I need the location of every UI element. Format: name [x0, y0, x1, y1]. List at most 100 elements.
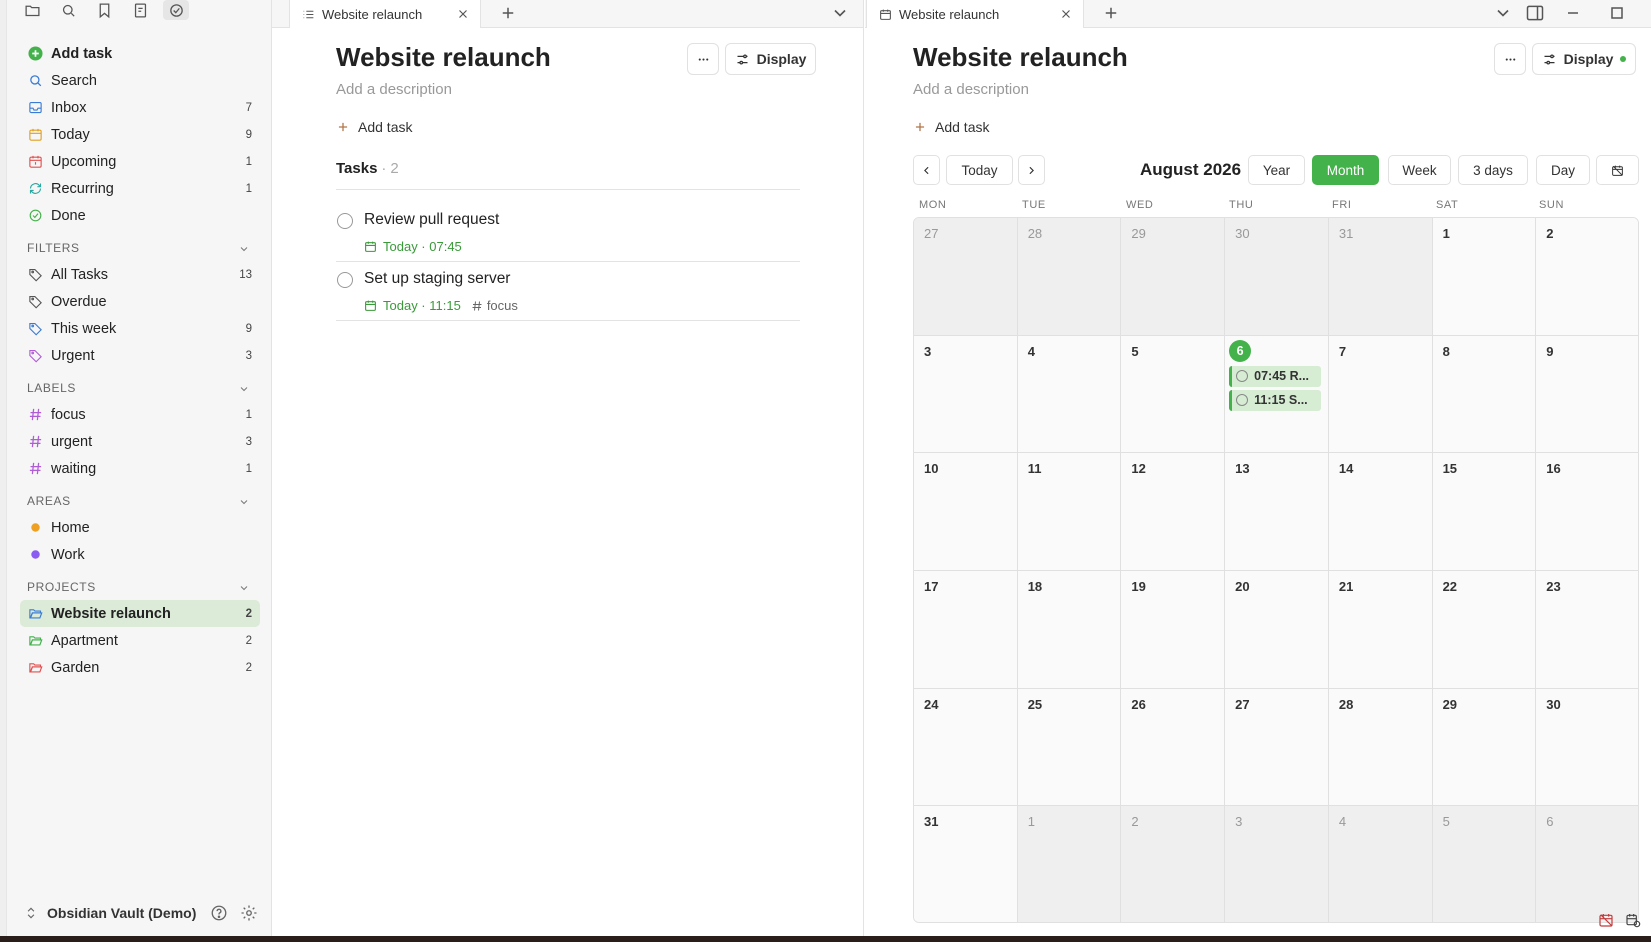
event-checkbox[interactable] — [1236, 370, 1249, 383]
calendar-day-cell[interactable]: 20 — [1225, 571, 1329, 689]
calendar-day-cell[interactable]: 16 — [1536, 453, 1638, 571]
calendar-day-cell[interactable]: 1 — [1432, 218, 1537, 336]
calendar-sync-icon[interactable] — [1625, 912, 1641, 928]
chevron-down-icon[interactable] — [1493, 3, 1513, 23]
maximize-icon[interactable] — [1607, 3, 1627, 23]
calendar-today-button[interactable]: Today — [946, 155, 1013, 185]
sidebar-upcoming[interactable]: Upcoming 1 — [20, 148, 260, 175]
label-waiting[interactable]: waiting 1 — [20, 455, 260, 482]
calendar-day-cell[interactable]: 2 — [1536, 218, 1638, 336]
calendar-event[interactable]: 11:15 S... — [1229, 389, 1322, 411]
more-options-button[interactable] — [687, 43, 719, 75]
filter-all-tasks[interactable]: All Tasks 13 — [20, 261, 260, 288]
calendar-day-cell[interactable]: 23 — [1536, 571, 1638, 689]
calendar-day-cell[interactable]: 17 — [914, 571, 1018, 689]
description-placeholder[interactable]: Add a description — [913, 81, 1029, 98]
calendar-day-cell[interactable]: 13 — [1225, 453, 1329, 571]
folder-icon[interactable] — [19, 0, 45, 20]
calendar-day-cell[interactable]: 12 — [1121, 453, 1226, 571]
calendar-day-cell[interactable]: 30 — [1225, 218, 1329, 336]
calendar-day-cell[interactable]: 3 — [1225, 806, 1329, 922]
calendar-day-cell[interactable]: 1 — [1017, 806, 1122, 922]
calendar-day-cell[interactable]: 30 — [1536, 688, 1638, 807]
calendar-day-cell[interactable]: 6 — [1536, 806, 1638, 922]
sidebar-toggle-icon[interactable] — [1525, 3, 1545, 23]
calendar-day-cell[interactable]: 19 — [1121, 571, 1226, 689]
calendar-day-cell[interactable]: 10 — [914, 453, 1018, 571]
label-focus[interactable]: focus 1 — [20, 401, 260, 428]
calendar-day-cell[interactable]: 27 — [914, 218, 1018, 336]
task-row[interactable]: Set up staging server Today · 11:15 focu… — [336, 262, 800, 321]
calendar-day-cell[interactable]: 15 — [1432, 453, 1537, 571]
calendar-day-cell[interactable]: 22 — [1432, 571, 1537, 689]
tab-website-relaunch-calendar[interactable]: Website relaunch — [866, 0, 1084, 28]
project-garden[interactable]: Garden 2 — [20, 654, 260, 681]
calendar-day-cell[interactable]: 14 — [1328, 453, 1433, 571]
help-icon[interactable] — [210, 904, 228, 922]
calendar-day-cell[interactable]: 11 — [1017, 453, 1122, 571]
filters-section-header[interactable]: FILTERS — [20, 235, 260, 261]
area-work[interactable]: Work — [20, 541, 260, 568]
calendar-day-cell[interactable]: 8 — [1432, 335, 1537, 454]
filter-overdue[interactable]: Overdue — [20, 288, 260, 315]
task-checkbox[interactable] — [337, 213, 353, 229]
calendar-day-cell[interactable]: 28 — [1328, 688, 1433, 807]
note-icon[interactable] — [127, 0, 153, 20]
view-3days-button[interactable]: 3 days — [1458, 155, 1528, 185]
sidebar-done[interactable]: Done — [20, 202, 260, 229]
more-options-button[interactable] — [1494, 43, 1526, 75]
sidebar-inbox[interactable]: Inbox 7 — [20, 94, 260, 121]
task-name[interactable]: Set up staging server — [364, 270, 510, 288]
view-year-button[interactable]: Year — [1248, 155, 1305, 185]
vault-switcher[interactable]: Obsidian Vault (Demo) — [20, 898, 260, 928]
label-urgent[interactable]: urgent 3 — [20, 428, 260, 455]
bookmark-icon[interactable] — [91, 0, 117, 20]
filter-this-week[interactable]: This week 9 — [20, 315, 260, 342]
new-tab-plus-icon[interactable] — [1102, 4, 1120, 22]
calendar-day-cell[interactable]: 31 — [914, 806, 1018, 922]
display-button[interactable]: Display — [725, 43, 816, 75]
display-button[interactable]: Display — [1532, 43, 1636, 75]
calendar-day-cell[interactable]: 29 — [1121, 218, 1226, 336]
settings-gear-icon[interactable] — [240, 904, 258, 922]
new-tab-plus-icon[interactable] — [499, 4, 517, 22]
calendar-day-cell[interactable]: 7 — [1328, 335, 1433, 454]
labels-section-header[interactable]: LABELS — [20, 375, 260, 401]
calendar-day-cell[interactable]: 2 — [1121, 806, 1226, 922]
project-website-relaunch[interactable]: Website relaunch 2 — [20, 600, 260, 627]
calendar-day-cell[interactable]: 5 — [1121, 335, 1226, 454]
close-icon[interactable] — [1059, 7, 1073, 21]
calendar-day-cell[interactable]: 29 — [1432, 688, 1537, 807]
areas-section-header[interactable]: AREAS — [20, 488, 260, 514]
task-row[interactable]: Review pull request Today · 07:45 — [336, 203, 800, 262]
calendar-day-cell[interactable]: 5 — [1432, 806, 1537, 922]
view-week-button[interactable]: Week — [1388, 155, 1451, 185]
calendar-day-cell[interactable]: 27 — [1225, 688, 1329, 807]
calendar-day-cell[interactable]: 26 — [1121, 688, 1226, 807]
calendar-off-icon[interactable] — [1598, 912, 1614, 928]
task-checkbox[interactable] — [337, 272, 353, 288]
calendar-day-cell[interactable]: 9 — [1536, 335, 1638, 454]
calendar-day-cell[interactable]: 25 — [1017, 688, 1122, 807]
calendar-event[interactable]: 07:45 R... — [1229, 365, 1322, 387]
filter-urgent[interactable]: Urgent 3 — [20, 342, 260, 369]
projects-section-header[interactable]: PROJECTS — [20, 574, 260, 600]
sidebar-today[interactable]: Today 9 — [20, 121, 260, 148]
calendar-day-cell[interactable]: 3 — [914, 335, 1018, 454]
hide-calendar-button[interactable] — [1596, 155, 1639, 185]
sidebar-add-task[interactable]: Add task — [20, 40, 260, 67]
calendar-day-cell[interactable]: 31 — [1328, 218, 1433, 336]
chevron-down-icon[interactable] — [830, 3, 850, 23]
event-checkbox[interactable] — [1236, 394, 1249, 407]
task-tag[interactable]: focus — [471, 298, 518, 313]
tasks-check-icon[interactable] — [163, 0, 189, 20]
sidebar-search[interactable]: Search — [20, 67, 260, 94]
calendar-day-cell[interactable]: 21 — [1328, 571, 1433, 689]
task-name[interactable]: Review pull request — [364, 211, 499, 229]
prev-month-button[interactable] — [913, 155, 940, 185]
calendar-day-cell[interactable]: 24 — [914, 688, 1018, 807]
project-apartment[interactable]: Apartment 2 — [20, 627, 260, 654]
sidebar-recurring[interactable]: Recurring 1 — [20, 175, 260, 202]
calendar-day-cell[interactable]: 6 07:45 R... 11:15 S... — [1225, 335, 1329, 454]
description-placeholder[interactable]: Add a description — [336, 81, 452, 98]
